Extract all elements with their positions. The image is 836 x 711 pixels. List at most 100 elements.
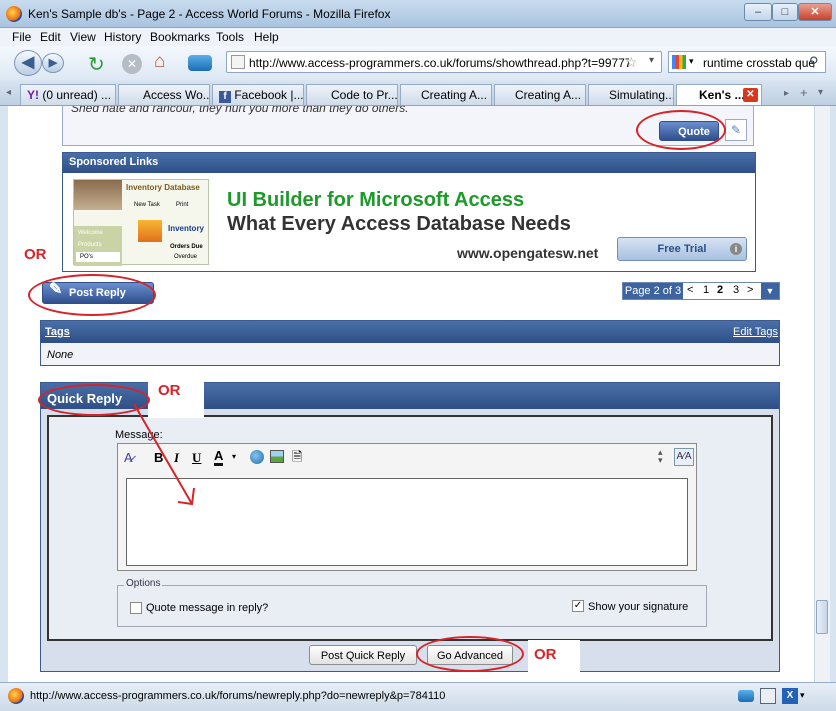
minimize-button[interactable]: – xyxy=(744,3,772,21)
scrollbar[interactable] xyxy=(814,106,830,682)
maximize-button[interactable]: □ xyxy=(772,3,798,21)
firefox-status-icon xyxy=(8,688,24,704)
show-signature-checkbox[interactable]: ✓ xyxy=(572,600,584,612)
pages-icon[interactable] xyxy=(760,688,776,704)
pager-page-1[interactable]: 1 xyxy=(703,284,709,296)
search-input[interactable]: runtime crosstab que xyxy=(703,56,815,70)
pager-menu-icon[interactable]: ▼ xyxy=(761,283,779,299)
ad-title[interactable]: UI Builder for Microsoft Access xyxy=(227,189,524,212)
tab-creating-2[interactable]: Creating A... xyxy=(494,84,586,105)
tab-code[interactable]: Code to Pr... xyxy=(306,84,398,105)
tab-kens-sample[interactable]: Ken's ... ✕ xyxy=(676,84,762,105)
edit-tags-link[interactable]: Edit Tags xyxy=(733,326,778,338)
tab-simulating[interactable]: Simulating... xyxy=(588,84,674,105)
forward-icon[interactable]: ▶ xyxy=(42,53,64,73)
sync-icon[interactable] xyxy=(738,690,754,702)
stop-icon[interactable]: ✕ xyxy=(122,54,142,74)
page-icon xyxy=(231,55,245,69)
home-icon[interactable]: ⌂ xyxy=(154,51,165,73)
menu-tools[interactable]: Tools xyxy=(216,30,244,44)
menu-file[interactable]: File xyxy=(12,30,31,44)
resize-editor-icon[interactable]: ▴ ▾ xyxy=(658,448,663,465)
thumb-products: Products xyxy=(78,242,102,248)
bookmark-sidebar-icon[interactable] xyxy=(188,55,212,71)
url-input[interactable]: http://www.access-programmers.co.uk/foru… xyxy=(249,56,629,70)
ad-url[interactable]: www.opengatesw.net xyxy=(457,245,598,261)
page-content: Shed hate and rancour, they hurt you mor… xyxy=(8,106,814,682)
message-textarea[interactable] xyxy=(126,478,688,566)
switch-editor-mode-icon[interactable]: A⁄A xyxy=(674,448,694,466)
pager-label: Page 2 of 3 xyxy=(623,283,683,299)
insert-link-icon[interactable] xyxy=(250,450,264,464)
menu-bar: File Edit View History Bookmarks Tools H… xyxy=(0,28,836,46)
star-icon[interactable]: ☆ xyxy=(625,54,638,71)
pager-page-2: 2 xyxy=(717,284,724,296)
font-color-dropdown-icon[interactable]: ▾ xyxy=(232,452,236,461)
tab-list-icon[interactable]: ▾ xyxy=(818,87,823,98)
window-title: Ken's Sample db's - Page 2 - Access Worl… xyxy=(28,7,391,21)
insert-quote-icon[interactable]: 🗎 xyxy=(292,448,302,470)
info-icon: i xyxy=(730,243,742,255)
addon-icon[interactable]: X xyxy=(782,688,798,704)
quote-message-checkbox[interactable] xyxy=(130,602,142,614)
tags-header: Tags Edit Tags xyxy=(41,321,779,343)
engine-dropdown-icon[interactable]: ▾ xyxy=(689,56,694,67)
or-annotation-3: OR xyxy=(534,646,557,663)
title-bar: Ken's Sample db's - Page 2 - Access Worl… xyxy=(0,0,836,28)
url-dropdown-icon[interactable]: ▾ xyxy=(649,55,654,66)
menu-edit[interactable]: Edit xyxy=(40,30,61,44)
tab-bar: ◂ Y! (0 unread) ... Access Wo... f Faceb… xyxy=(0,82,836,106)
yahoo-icon: Y! xyxy=(27,88,39,102)
thumb-menu: Welcome Products PO's xyxy=(74,226,122,266)
options-legend: Options xyxy=(124,578,163,589)
tab-facebook[interactable]: f Facebook |... xyxy=(212,84,304,105)
thumb-inventory: Inventory xyxy=(168,224,205,233)
pager-next[interactable]: > xyxy=(747,284,753,296)
tab-access-world[interactable]: Access Wo... xyxy=(118,84,210,105)
multi-quote-icon[interactable]: ✎ xyxy=(725,119,747,141)
search-box[interactable]: ▾ runtime crosstab que ⚲ xyxy=(668,51,826,73)
menu-history[interactable]: History xyxy=(104,30,141,44)
font-color-button[interactable]: A xyxy=(214,448,224,466)
tab-scroll-right-icon[interactable]: ▸ xyxy=(784,88,789,99)
free-trial-button[interactable]: Free Trial i xyxy=(617,237,747,261)
insert-image-icon[interactable] xyxy=(270,450,284,463)
thumb-title: Inventory Database xyxy=(126,183,200,192)
quote-message-label: Quote message in reply? xyxy=(146,602,269,614)
menu-help[interactable]: Help xyxy=(254,30,279,44)
reload-icon[interactable]: ↻ xyxy=(88,52,105,77)
pager-prev[interactable]: < xyxy=(687,284,693,296)
close-button[interactable]: ✕ xyxy=(798,3,832,21)
thumb-overdue: Overdue xyxy=(174,254,198,260)
thumb-pos: PO's xyxy=(76,252,120,262)
menu-bookmarks[interactable]: Bookmarks xyxy=(150,30,210,44)
go-advanced-annotation-ellipse xyxy=(416,636,524,672)
ad-thumbnail[interactable]: Inventory Database New Task Print Welcom… xyxy=(73,179,209,266)
addon-dropdown-icon[interactable]: ▾ xyxy=(800,690,805,701)
close-tab-icon[interactable]: ✕ xyxy=(743,88,758,102)
thumb-new: New Task xyxy=(134,202,160,208)
back-icon[interactable]: ◀ xyxy=(14,50,42,76)
or-annotation-2: OR xyxy=(158,382,181,399)
pager-page-3[interactable]: 3 xyxy=(733,284,739,296)
ad-subtitle[interactable]: What Every Access Database Needs xyxy=(227,213,571,236)
annotation-arrow xyxy=(133,403,195,506)
url-bar[interactable]: http://www.access-programmers.co.uk/foru… xyxy=(226,51,662,73)
new-tab-icon[interactable]: + xyxy=(800,85,808,100)
firefox-icon xyxy=(6,6,22,22)
thumb-box-icon xyxy=(138,220,162,242)
menu-view[interactable]: View xyxy=(70,30,96,44)
or-annotation-1: OR xyxy=(24,246,47,263)
search-icon[interactable]: ⚲ xyxy=(809,54,819,70)
tab-creating-1[interactable]: Creating A... xyxy=(400,84,492,105)
tab-scroll-left-icon[interactable]: ◂ xyxy=(6,87,11,98)
scrollbar-thumb[interactable] xyxy=(816,600,828,634)
tab-yahoo-mail[interactable]: Y! (0 unread) ... xyxy=(20,84,116,105)
tags-panel: Tags Edit Tags None xyxy=(40,320,780,366)
tags-title[interactable]: Tags xyxy=(45,326,70,338)
google-icon[interactable] xyxy=(672,55,686,69)
show-signature-label: Show your signature xyxy=(588,601,689,613)
thumb-photo xyxy=(74,180,122,210)
post-quick-reply-button[interactable]: Post Quick Reply xyxy=(309,645,417,665)
thumb-print: Print xyxy=(176,202,189,208)
